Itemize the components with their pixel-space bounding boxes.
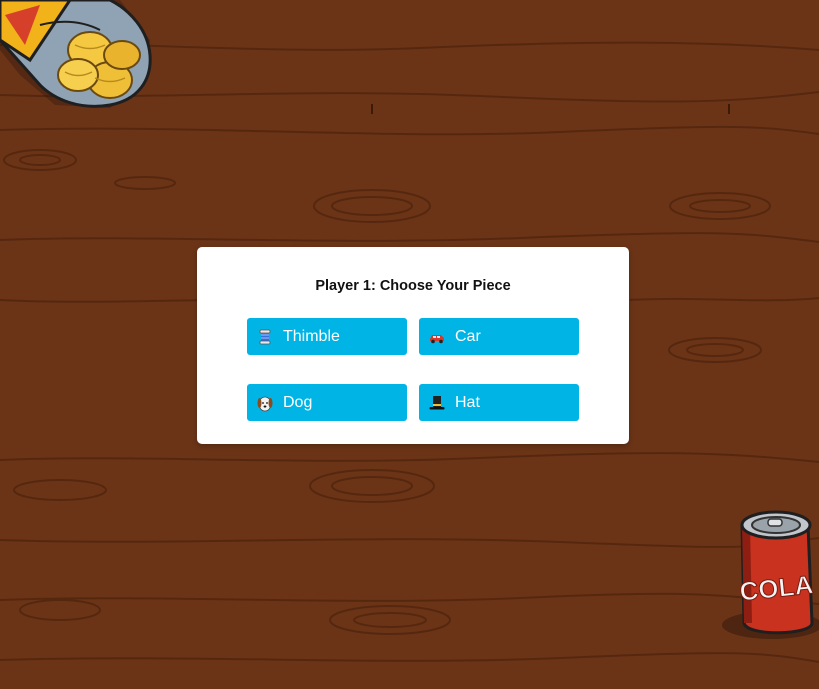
car-icon <box>428 328 446 346</box>
thimble-label: Thimble <box>283 327 340 345</box>
dog-label: Dog <box>283 393 313 411</box>
hat-button[interactable]: Hat <box>419 384 579 421</box>
car-label: Car <box>455 327 481 345</box>
dialog-title: Player 1: Choose Your Piece <box>315 278 511 294</box>
chips-bag-decoration <box>0 0 152 108</box>
cola-can-decoration: COLA <box>722 510 819 639</box>
dog-button[interactable]: Dog <box>247 384 407 421</box>
thimble-button[interactable]: Thimble <box>247 318 407 355</box>
hat-label: Hat <box>455 393 480 411</box>
top-hat-icon <box>428 394 446 412</box>
thimble-icon <box>256 328 274 346</box>
choose-piece-dialog: Player 1: Choose Your Piece Thimble Car <box>197 247 629 444</box>
dog-icon <box>256 394 274 412</box>
car-button[interactable]: Car <box>419 318 579 355</box>
